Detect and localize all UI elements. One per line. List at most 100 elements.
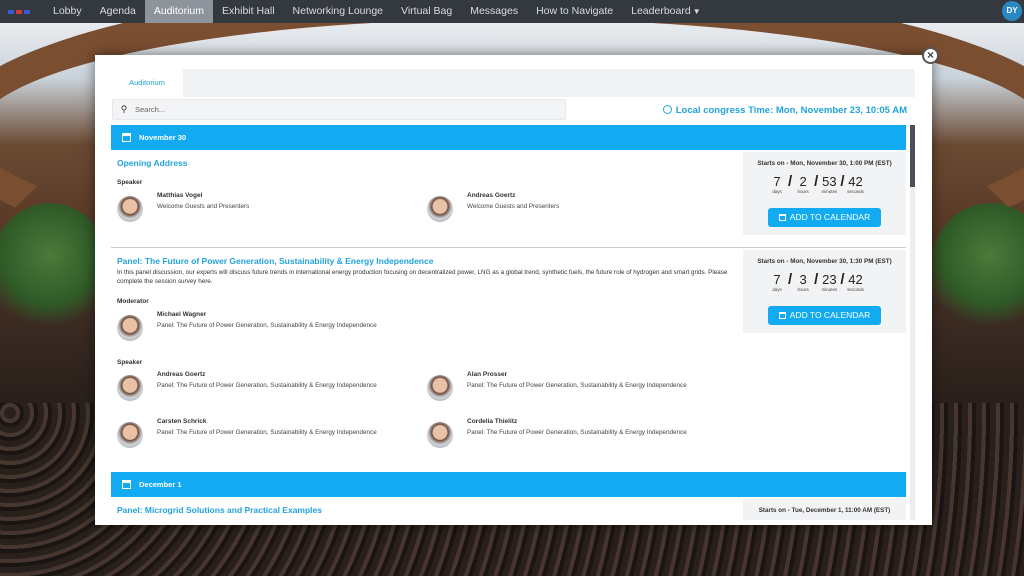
session-divider <box>111 247 906 248</box>
tab-bar: Auditorium <box>111 69 915 97</box>
session-timer-card: Starts on - Mon, November 30, 1:30 PM (E… <box>743 250 906 333</box>
day-header: December 1 <box>111 472 906 497</box>
speaker-topic: Panel: The Future of Power Generation, S… <box>157 382 377 389</box>
countdown-days: 7 <box>773 272 781 287</box>
moderator-topic: Panel: The Future of Power Generation, S… <box>157 322 377 329</box>
caret-down-icon: ▼ <box>692 7 701 16</box>
session-title[interactable]: Panel: The Future of Power Generation, S… <box>117 256 433 266</box>
tab-auditorium[interactable]: Auditorium <box>111 69 183 97</box>
avatar <box>117 315 143 341</box>
moderator-name: Michael Wagner <box>157 311 207 318</box>
countdown: 7 days / 3 hours / 23 minutes / 42 seconds <box>767 272 866 292</box>
session-timer-card: Starts on - Mon, November 30, 1:00 PM (E… <box>743 152 906 235</box>
nav-exhibit-hall[interactable]: Exhibit Hall <box>213 0 284 23</box>
palm-tree-left <box>0 203 110 333</box>
speaker-topic: Panel: The Future of Power Generation, S… <box>467 382 687 389</box>
day-header-label: November 30 <box>139 133 187 142</box>
session-timer-card: Starts on - Tue, December 1, 11:00 AM (E… <box>743 499 906 520</box>
avatar <box>427 375 453 401</box>
speaker-label: Speaker <box>117 359 143 366</box>
calendar-icon <box>122 480 131 489</box>
speaker-topic: Panel: The Future of Power Generation, S… <box>157 429 377 436</box>
countdown-minutes-label: minutes <box>821 189 838 194</box>
speaker-card: Alan Prosser Panel: The Future of Power … <box>427 371 727 401</box>
start-time: Starts on - Tue, December 1, 11:00 AM (E… <box>758 507 891 514</box>
countdown-hours-label: hours <box>797 189 809 194</box>
speaker-name: Carsten Schrick <box>157 418 207 425</box>
auditorium-modal: Auditorium ⚲ Local congress Time: Mon, N… <box>95 55 932 525</box>
nav-agenda[interactable]: Agenda <box>91 0 145 23</box>
countdown-hours: 2 <box>799 174 807 189</box>
add-to-calendar-label: ADD TO CALENDAR <box>789 310 871 320</box>
calendar-icon <box>122 133 131 142</box>
speaker-name: Matthias Vogel <box>157 192 203 199</box>
top-nav: Lobby Agenda Auditorium Exhibit Hall Net… <box>0 0 1024 23</box>
speaker-card: Andreas Goertz Welcome Guests and Presen… <box>427 192 727 222</box>
nav-lobby[interactable]: Lobby <box>44 0 91 23</box>
search-box: ⚲ <box>112 99 566 120</box>
nav-messages[interactable]: Messages <box>461 0 527 23</box>
nav-leaderboard-label: Leaderboard <box>631 5 691 17</box>
countdown-seconds-label: seconds <box>847 189 864 194</box>
speaker-label: Speaker <box>117 179 143 186</box>
start-time: Starts on - Mon, November 30, 1:30 PM (E… <box>757 258 892 265</box>
speaker-name: Alan Prosser <box>467 371 508 378</box>
speaker-card: Andreas Goertz Panel: The Future of Powe… <box>117 371 417 401</box>
speaker-card: Matthias Vogel Welcome Guests and Presen… <box>117 192 417 222</box>
close-icon[interactable]: × <box>922 47 939 64</box>
speaker-topic: Welcome Guests and Presenters <box>467 203 560 210</box>
nav-auditorium[interactable]: Auditorium <box>144 0 214 23</box>
session-title[interactable]: Opening Address <box>117 158 188 168</box>
speaker-name: Andreas Goertz <box>467 192 516 199</box>
day-header-label: December 1 <box>139 480 182 489</box>
user-avatar[interactable]: DY <box>1002 1 1022 21</box>
agenda-list[interactable]: November 30 Opening Address Speaker Matt… <box>111 125 915 520</box>
add-to-calendar-button[interactable]: ADD TO CALENDAR <box>768 208 881 227</box>
nav-virtual-bag[interactable]: Virtual Bag <box>392 0 461 23</box>
add-to-calendar-button[interactable]: ADD TO CALENDAR <box>768 306 881 325</box>
session-title[interactable]: Panel: Microgrid Solutions and Practical… <box>117 505 322 515</box>
countdown-seconds-label: seconds <box>847 287 864 292</box>
countdown-minutes: 53 <box>822 174 837 189</box>
session-description: In this panel discussion, our experts wi… <box>117 269 728 285</box>
countdown-minutes: 23 <box>822 272 837 287</box>
countdown-seconds: 42 <box>848 272 863 287</box>
countdown-days-label: days <box>772 189 782 194</box>
search-input[interactable] <box>135 105 555 114</box>
speaker-name: Cordelia Thielitz <box>467 418 518 425</box>
avatar <box>427 196 453 222</box>
speaker-topic: Panel: The Future of Power Generation, S… <box>467 429 687 436</box>
countdown-days-label: days <box>772 287 782 292</box>
local-time: Local congress Time: Mon, November 23, 1… <box>662 105 907 116</box>
calendar-icon <box>778 312 786 319</box>
search-icon: ⚲ <box>120 104 128 114</box>
local-time-text: Local congress Time: Mon, November 23, 1… <box>675 105 907 116</box>
speaker-card: Cordelia Thielitz Panel: The Future of P… <box>427 418 727 448</box>
avatar <box>427 422 453 448</box>
countdown-minutes-label: minutes <box>821 287 838 292</box>
calendar-icon <box>778 214 786 221</box>
avatar <box>117 375 143 401</box>
countdown-days: 7 <box>773 174 781 189</box>
speaker-name: Andreas Goertz <box>157 371 206 378</box>
nav-how-to-navigate[interactable]: How to Navigate <box>527 0 622 23</box>
countdown-hours: 3 <box>799 272 807 287</box>
clock-icon <box>662 105 672 114</box>
countdown: 7 days / 2 hours / 53 minutes / 42 seconds <box>767 174 866 194</box>
logo[interactable] <box>0 0 44 23</box>
day-header: November 30 <box>111 125 906 150</box>
scrollbar-thumb[interactable] <box>910 125 915 187</box>
start-time: Starts on - Mon, November 30, 1:00 PM (E… <box>757 160 892 167</box>
speaker-topic: Welcome Guests and Presenters <box>157 203 250 210</box>
moderator-label: Moderator <box>117 298 149 305</box>
countdown-seconds: 42 <box>848 174 863 189</box>
avatar <box>117 422 143 448</box>
moderator-card: Michael Wagner Panel: The Future of Powe… <box>117 311 417 341</box>
avatar <box>117 196 143 222</box>
scrollbar[interactable] <box>910 125 915 520</box>
nav-leaderboard[interactable]: Leaderboard ▼ <box>622 0 709 23</box>
nav-networking-lounge[interactable]: Networking Lounge <box>284 0 392 23</box>
speaker-card: Carsten Schrick Panel: The Future of Pow… <box>117 418 417 448</box>
countdown-hours-label: hours <box>797 287 809 292</box>
add-to-calendar-label: ADD TO CALENDAR <box>789 212 871 222</box>
